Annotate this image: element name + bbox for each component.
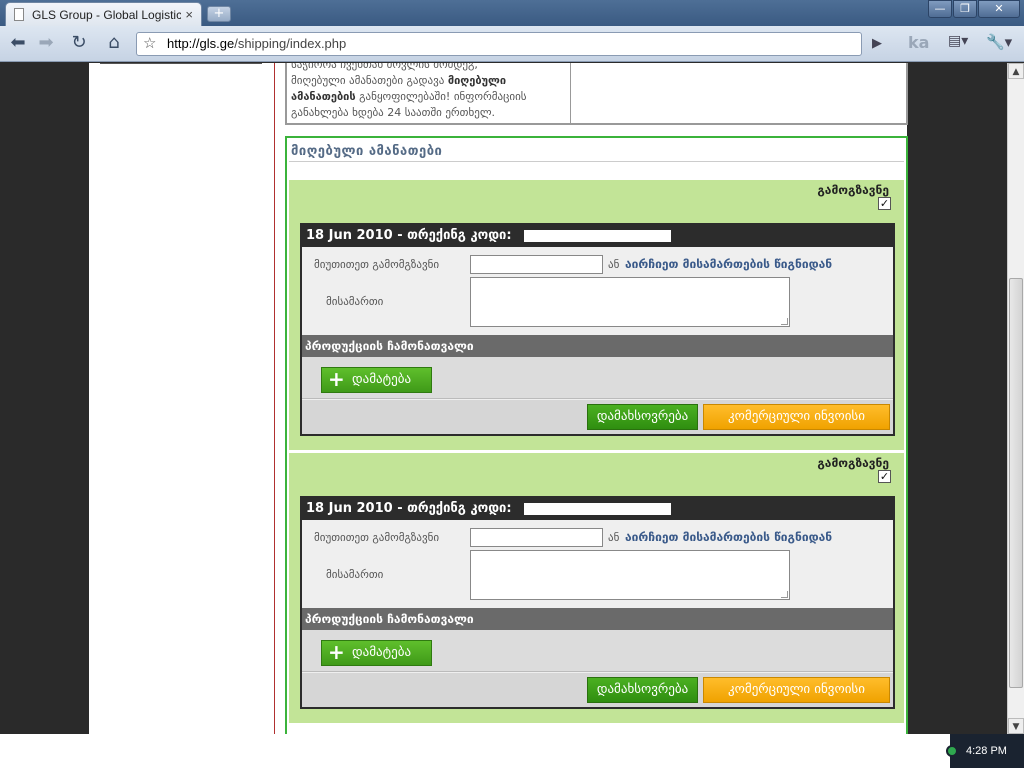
bookmark-star-icon[interactable]: ☆ <box>143 33 156 55</box>
page-menu-icon[interactable]: ▤▾ <box>948 33 968 49</box>
tracking-code-box <box>524 230 671 242</box>
network-tray-icon[interactable] <box>946 745 958 757</box>
scroll-thumb[interactable] <box>1009 278 1023 688</box>
clock: 4:28 PM <box>966 745 1007 757</box>
browser-titlebar: GLS Group - Global Logistic... × + — ❐ ✕ <box>0 0 1024 26</box>
url-path: /shipping/index.php <box>234 36 347 51</box>
parcel-card: 18 Jun 2010 - თრექინგ კოდი: მიუთითეთ გამ… <box>300 223 895 436</box>
save-button[interactable]: დამახსოვრება <box>587 404 698 430</box>
wrench-menu-icon[interactable]: 🔧▾ <box>986 33 1012 51</box>
send-checkbox[interactable]: ✓ <box>878 470 891 483</box>
forward-arrow-icon[interactable]: ➡ <box>33 32 59 56</box>
parcel-item: გამოგზავნე ✓ 18 Jun 2010 - თრექინგ კოდი:… <box>289 180 904 450</box>
parcel-card: 18 Jun 2010 - თრექინგ კოდი: მიუთითეთ გამ… <box>300 496 895 709</box>
products-header: პროდუქციის ჩამონათვალი <box>302 608 893 630</box>
commercial-invoice-button[interactable]: კომერციული ინვოისი <box>703 677 890 703</box>
section-title: მიღებული ამანათები <box>291 144 443 159</box>
go-arrow-icon[interactable]: ▶ <box>866 32 888 56</box>
send-label: გამოგზავნე <box>817 183 889 197</box>
address-book-link[interactable]: აირჩიეთ მისამართების წიგნიდან <box>625 530 832 544</box>
taskbar-area <box>0 734 950 768</box>
products-area: + დამატება <box>302 630 893 672</box>
window-controls: — ❐ ✕ <box>927 0 1020 18</box>
page-viewport: საჭიროა ჩვენთან მოვლის მომდეგ, მიღებული … <box>0 63 1007 734</box>
commercial-invoice-button[interactable]: კომერციული ინვოისი <box>703 404 890 430</box>
info-box: საჭიროა ჩვენთან მოვლის მომდეგ, მიღებული … <box>285 63 908 125</box>
address-textarea[interactable] <box>470 277 790 327</box>
or-label: ან <box>608 531 620 544</box>
scroll-up-icon[interactable]: ▲ <box>1008 63 1024 79</box>
info-line: მიღებული ამანათები გადავა <box>291 74 448 87</box>
received-parcels-section: მიღებული ამანათები გამოგზავნე ✓ 18 Jun 2… <box>285 136 908 734</box>
close-window-button[interactable]: ✕ <box>978 0 1020 18</box>
parcel-header-text: 18 Jun 2010 - თრექინგ კოდი: <box>306 228 512 243</box>
page-icon <box>14 8 24 21</box>
address-label: მისამართი <box>326 568 384 581</box>
card-footer: დამახსოვრება კომერციული ინვოისი <box>302 673 893 707</box>
parcel-header-text: 18 Jun 2010 - თრექინგ კოდი: <box>306 501 512 516</box>
vertical-scrollbar[interactable]: ▲ ▼ <box>1007 63 1024 734</box>
info-line: საჭიროა ჩვენთან მოვლის მომდეგ, <box>291 63 478 71</box>
info-bold: ამანათების <box>291 90 356 103</box>
info-bold: მიღებული <box>447 74 507 87</box>
address-book-link[interactable]: აირჩიეთ მისამართების წიგნიდან <box>625 257 832 271</box>
address-bar[interactable]: ☆ http://gls.ge/shipping/index.php <box>136 32 862 56</box>
tab-title: GLS Group - Global Logistic... <box>32 7 182 22</box>
plus-icon: + <box>328 367 345 391</box>
add-product-label: დამატება <box>352 372 412 387</box>
info-text: საჭიროა ჩვენთან მოვლის მომდეგ, მიღებული … <box>287 63 571 123</box>
address-textarea[interactable] <box>470 550 790 600</box>
products-area: + დამატება <box>302 357 893 399</box>
info-line: განახლება ხდება 24 საათში ერთხელ. <box>291 106 496 119</box>
left-column-divider <box>100 63 262 64</box>
products-header: პროდუქციის ჩამონათვალი <box>302 335 893 357</box>
address-label: მისამართი <box>326 295 384 308</box>
home-icon[interactable]: ⌂ <box>101 32 127 56</box>
browser-toolbar: ⬅ ➡ ↻ ⌂ ☆ http://gls.ge/shipping/index.p… <box>0 26 1024 62</box>
new-tab-button[interactable]: + <box>207 6 231 22</box>
section-divider <box>289 161 904 162</box>
parcel-header: 18 Jun 2010 - თრექინგ კოდი: <box>302 225 893 247</box>
restore-button[interactable]: ❐ <box>953 0 977 18</box>
tab-close-icon[interactable]: × <box>185 7 193 22</box>
card-footer: დამახსოვრება კომერციული ინვოისი <box>302 400 893 434</box>
info-line: განყოფილებაში! ინფორმაციის <box>355 90 527 103</box>
add-product-label: დამატება <box>352 645 412 660</box>
sender-input[interactable] <box>470 255 603 274</box>
send-checkbox[interactable]: ✓ <box>878 197 891 210</box>
url-host: http://gls.ge <box>167 36 235 51</box>
parcel-item: გამოგზავნე ✓ 18 Jun 2010 - თრექინგ კოდი:… <box>289 453 904 723</box>
content-border <box>274 63 275 734</box>
parcel-header: 18 Jun 2010 - თრექინგ კოდი: <box>302 498 893 520</box>
back-arrow-icon[interactable]: ⬅ <box>5 32 31 56</box>
add-product-button[interactable]: + დამატება <box>321 367 432 393</box>
reload-icon[interactable]: ↻ <box>66 32 92 56</box>
save-button[interactable]: დამახსოვრება <box>587 677 698 703</box>
or-label: ან <box>608 258 620 271</box>
add-product-button[interactable]: + დამატება <box>321 640 432 666</box>
language-indicator[interactable]: ka <box>908 33 929 52</box>
browser-tab[interactable]: GLS Group - Global Logistic... × <box>5 2 202 26</box>
sender-input[interactable] <box>470 528 603 547</box>
tracking-code-box <box>524 503 671 515</box>
minimize-button[interactable]: — <box>928 0 952 18</box>
scroll-down-icon[interactable]: ▼ <box>1008 718 1024 734</box>
plus-icon: + <box>328 640 345 664</box>
sender-label: მიუთითეთ გამომგზავნი <box>314 531 440 544</box>
send-label: გამოგზავნე <box>817 456 889 470</box>
sender-label: მიუთითეთ გამომგზავნი <box>314 258 440 271</box>
